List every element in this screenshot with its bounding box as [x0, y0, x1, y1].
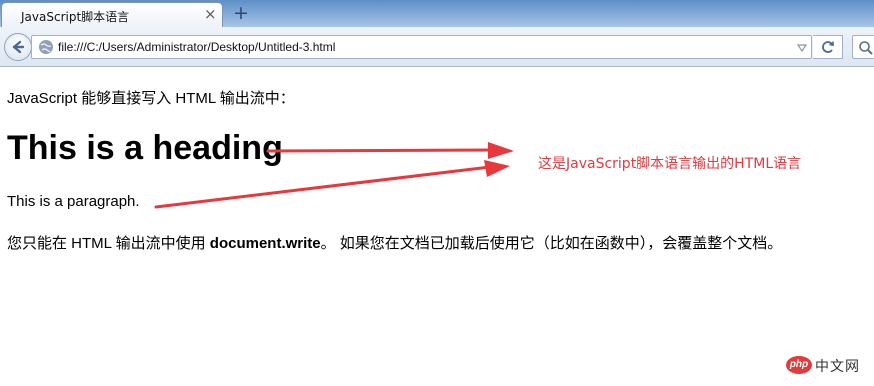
- arrow-to-paragraph: [154, 160, 510, 209]
- watermark-logo: php: [786, 356, 812, 374]
- watermark-text: 中文网: [815, 359, 860, 375]
- arrow-to-heading: [266, 142, 514, 159]
- annotation-label: 这是JavaScript脚本语言输出的HTML语言: [538, 156, 802, 172]
- annotation-arrows: [154, 142, 514, 209]
